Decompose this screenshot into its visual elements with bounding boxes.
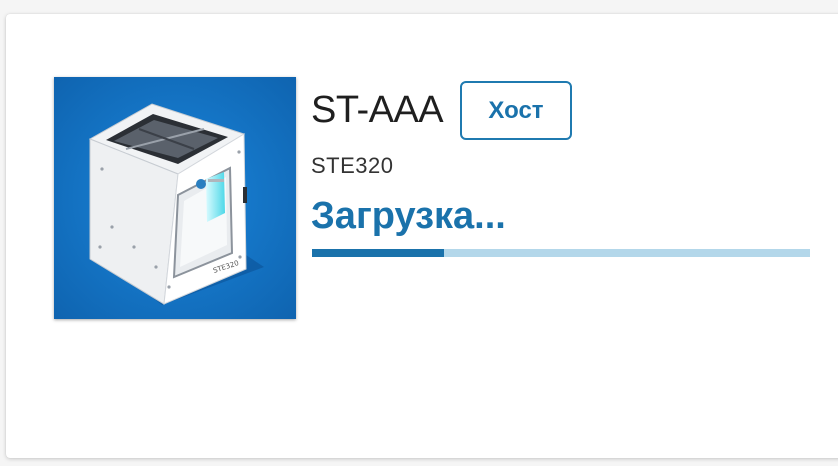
printer-image: STE320	[54, 77, 296, 319]
printer-model: STE320	[311, 153, 394, 178]
3d-printer-icon: STE320	[54, 77, 296, 319]
printer-name: ST-AAA	[311, 89, 444, 131]
loading-progress-fill	[312, 249, 444, 257]
loading-progress-bar	[312, 249, 810, 257]
status-text: Загрузка...	[311, 195, 506, 237]
printer-card: STE320 ST-AAA Хост STE320 Загрузка...	[6, 14, 838, 458]
host-role-button[interactable]: Хост	[460, 81, 572, 140]
